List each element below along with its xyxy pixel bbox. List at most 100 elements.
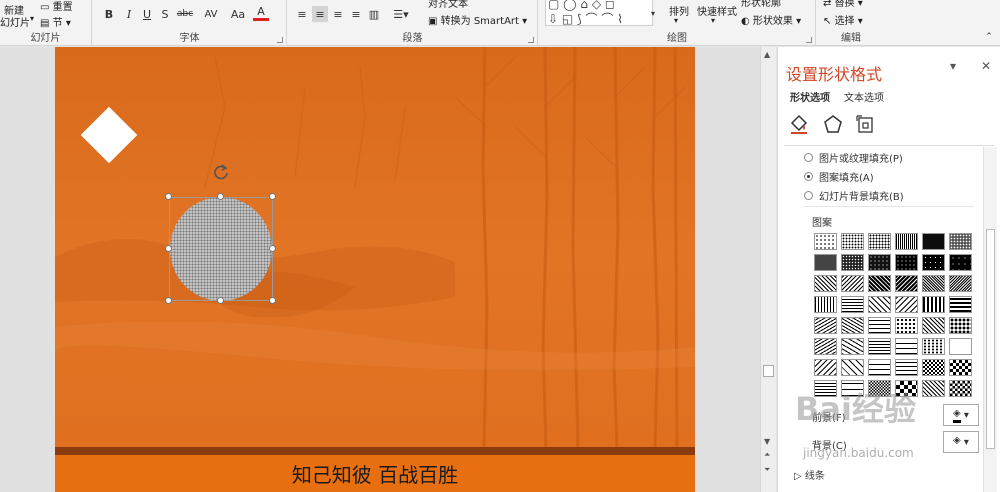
pattern-swatch[interactable] [949,380,972,397]
next-slide-icon[interactable]: ⏷ [764,465,770,475]
resize-handle-bottom[interactable] [217,297,224,304]
pattern-swatch[interactable] [868,317,891,334]
scroll-thumb[interactable] [763,365,774,377]
slide-footer-text[interactable]: 知己知彼 百战百胜 [292,459,458,488]
pattern-swatch[interactable] [868,254,891,271]
resize-handle-top-left[interactable] [165,193,172,200]
pattern-swatch[interactable] [922,359,945,376]
pattern-swatch[interactable] [922,317,945,334]
slide-footer-bar[interactable]: 知己知彼 百战百胜 [55,455,695,492]
pattern-swatch[interactable] [895,275,918,292]
quick-styles-dropdown-icon[interactable]: ▾ [711,16,715,25]
strikethrough-button[interactable]: abc [173,6,197,22]
pattern-swatch[interactable] [814,359,837,376]
text-direction-icon[interactable]: ☰▾ [390,6,412,22]
shape-effects-button[interactable]: ◐ 形状效果 ▾ [741,12,801,27]
pattern-swatch-grid[interactable] [814,233,972,397]
effects-pentagon-icon[interactable] [822,113,844,135]
radio-slide-background[interactable] [804,191,813,200]
align-left-icon[interactable]: ≡ [294,6,310,22]
pattern-swatch[interactable] [814,380,837,397]
align-center-icon[interactable]: ≡ [312,6,328,22]
pattern-swatch[interactable] [814,317,837,334]
pattern-swatch[interactable] [922,380,945,397]
new-slide-label-line2[interactable]: 幻灯片 [0,14,30,29]
scroll-down-icon[interactable]: ▼ [764,437,770,446]
pattern-swatch[interactable] [814,275,837,292]
fill-option-pattern[interactable]: 图案填充(A) [804,169,874,184]
size-properties-icon[interactable] [854,113,876,135]
tab-text-options[interactable]: 文本选项 [844,89,884,104]
change-case-button[interactable]: Aa [225,6,251,22]
pattern-swatch[interactable] [922,275,945,292]
align-text-button[interactable]: 对齐文本 [428,0,468,10]
pattern-swatch[interactable] [868,275,891,292]
pane-options-icon[interactable]: ▾ [950,59,956,73]
line-section-header[interactable]: ▷ 线条 [794,467,825,482]
pattern-swatch[interactable] [895,254,918,271]
foreground-color-picker[interactable]: ◈ ▾ [943,404,979,426]
replace-button[interactable]: ⇄ 替换 ▾ [823,0,863,9]
bold-button[interactable]: B [101,6,117,22]
pattern-swatch[interactable] [841,338,864,355]
drawing-dialog-launcher[interactable] [806,37,812,43]
pattern-swatch[interactable] [949,254,972,271]
pattern-swatch[interactable] [922,296,945,313]
tab-shape-options[interactable]: 形状选项 [790,89,830,104]
resize-handle-right[interactable] [269,245,276,252]
radio-picture-texture[interactable] [804,153,813,162]
underline-button[interactable]: U [139,6,155,22]
resize-handle-top-right[interactable] [269,193,276,200]
text-shadow-button[interactable]: S [157,6,173,22]
rotate-handle-icon[interactable] [212,163,230,181]
pattern-swatch[interactable] [895,317,918,334]
collapse-ribbon-icon[interactable]: ⌃ [982,30,996,44]
pane-scrollbar[interactable] [983,147,997,492]
pattern-swatch[interactable] [922,254,945,271]
pattern-swatch[interactable] [868,338,891,355]
pattern-swatch[interactable] [868,380,891,397]
char-spacing-button[interactable]: AV [199,6,223,22]
pattern-swatch[interactable] [895,338,918,355]
pattern-swatch[interactable] [922,338,945,355]
shape-outline-button[interactable]: 形状轮廓 [741,0,781,9]
pattern-swatch[interactable] [868,233,891,250]
reset-button[interactable]: ▭ 重置 [40,0,73,13]
new-slide-dropdown-icon[interactable]: ▾ [30,14,34,23]
select-button[interactable]: ↖ 选择 ▾ [823,12,863,27]
pattern-swatch[interactable] [868,296,891,313]
resize-handle-left[interactable] [165,245,172,252]
slide-vertical-scrollbar[interactable]: ▲ ▼ ⏶ ⏷ [760,47,776,492]
pattern-swatch[interactable] [949,338,972,355]
font-color-button[interactable]: A [253,5,269,21]
italic-button[interactable]: I [121,6,137,22]
pattern-swatch[interactable] [841,380,864,397]
pattern-swatch[interactable] [814,254,837,271]
previous-slide-icon[interactable]: ⏶ [764,450,770,460]
pattern-swatch[interactable] [895,296,918,313]
pattern-swatch[interactable] [949,296,972,313]
slide-editing-area[interactable]: 知己知彼 百战百胜 [0,47,760,492]
pattern-swatch[interactable] [841,254,864,271]
pattern-swatch[interactable] [841,233,864,250]
pattern-swatch[interactable] [841,296,864,313]
section-button[interactable]: ▤ 节 ▾ [40,14,71,29]
pattern-swatch[interactable] [949,359,972,376]
pane-scroll-thumb[interactable] [986,229,995,449]
convert-smartart-button[interactable]: ▣ 转换为 SmartArt ▾ [428,12,527,27]
shapes-more-icon[interactable]: ▾ [647,0,659,26]
slide[interactable]: 知己知彼 百战百胜 [55,47,695,492]
pattern-swatch[interactable] [841,359,864,376]
pattern-swatch[interactable] [949,275,972,292]
pattern-swatch[interactable] [895,380,918,397]
fill-option-picture-texture[interactable]: 图片或纹理填充(P) [804,150,903,165]
pattern-swatch[interactable] [868,359,891,376]
pattern-swatch[interactable] [949,233,972,250]
scroll-up-icon[interactable]: ▲ [764,50,770,59]
shapes-gallery[interactable]: ▢ ◯ ⌂ ◇ ◻ ⇩ ◱ ⟆ ⌒ ⌒ ⌇ [545,0,653,26]
paragraph-dialog-launcher[interactable] [528,37,534,43]
pattern-swatch[interactable] [841,317,864,334]
resize-handle-top[interactable] [217,193,224,200]
columns-icon[interactable]: ▥ [366,6,382,22]
font-dialog-launcher[interactable] [277,37,283,43]
